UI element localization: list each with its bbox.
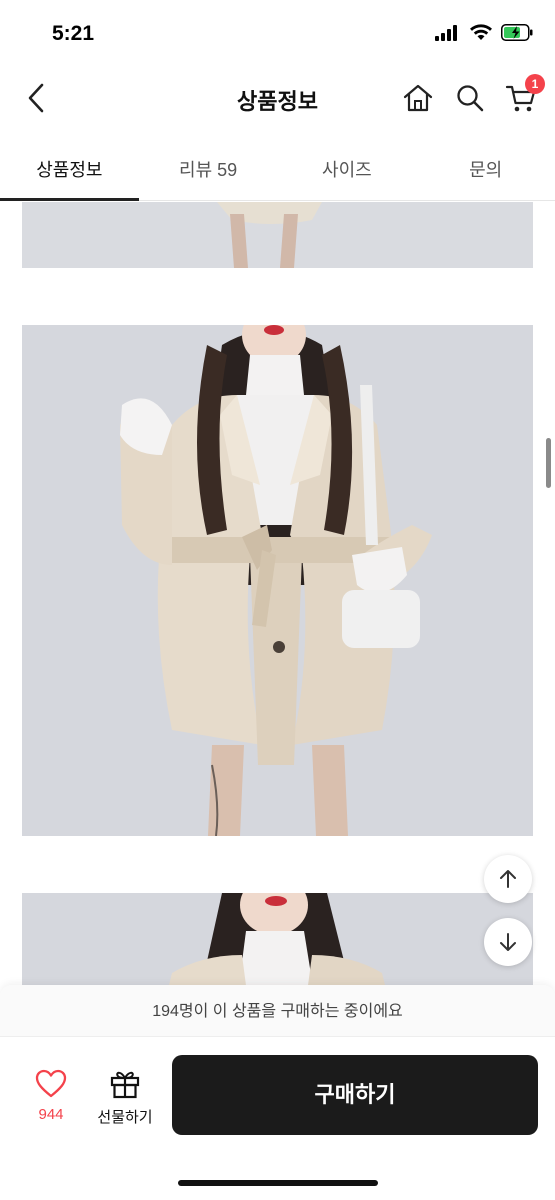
status-time: 5:21 [52, 22, 95, 45]
purchase-sheet: 194명이 이 상품을 구매하는 중이에요 944 선물하기 구매하기 [0, 985, 555, 1200]
tab-reviews[interactable]: 리뷰 59 [139, 137, 278, 200]
cart-button[interactable]: 1 [503, 74, 545, 116]
signal-icon [435, 24, 457, 41]
gift-label: 선물하기 [97, 1109, 153, 1126]
app-header: 상품정보 1 [0, 70, 555, 128]
buying-now-notice: 194명이 이 상품을 구매하는 중이에요 [0, 985, 555, 1037]
scrollbar[interactable] [546, 438, 551, 488]
back-button[interactable] [18, 80, 54, 116]
gift-button[interactable]: 선물하기 [92, 1069, 158, 1129]
cart-badge: 1 [525, 74, 545, 94]
heart-icon [35, 1069, 67, 1098]
scroll-down-button[interactable] [484, 918, 532, 966]
product-image-3 [22, 893, 533, 993]
search-icon [457, 85, 484, 112]
scroll-up-button[interactable] [484, 855, 532, 903]
product-image-2 [22, 325, 533, 836]
like-count: 944 [38, 1106, 64, 1123]
wifi-icon [470, 24, 492, 40]
like-button[interactable]: 944 [22, 1069, 80, 1129]
battery-icon [501, 24, 533, 41]
arrow-up-icon [500, 870, 516, 888]
home-button[interactable] [400, 80, 436, 116]
tab-inquiry[interactable]: 문의 [416, 137, 555, 200]
product-image-1 [22, 202, 533, 268]
search-button[interactable] [452, 80, 488, 116]
gift-icon [110, 1071, 140, 1099]
back-icon [28, 83, 44, 113]
tab-product-info[interactable]: 상품정보 [0, 137, 139, 201]
home-indicator [178, 1180, 378, 1186]
arrow-down-icon [500, 933, 516, 951]
home-icon [403, 84, 433, 112]
tab-bar: 상품정보 리뷰 59 사이즈 문의 [0, 137, 555, 201]
status-bar: 5:21 [0, 0, 555, 70]
tab-size[interactable]: 사이즈 [278, 137, 417, 200]
status-icons [435, 24, 533, 41]
buy-button[interactable]: 구매하기 [172, 1055, 538, 1135]
